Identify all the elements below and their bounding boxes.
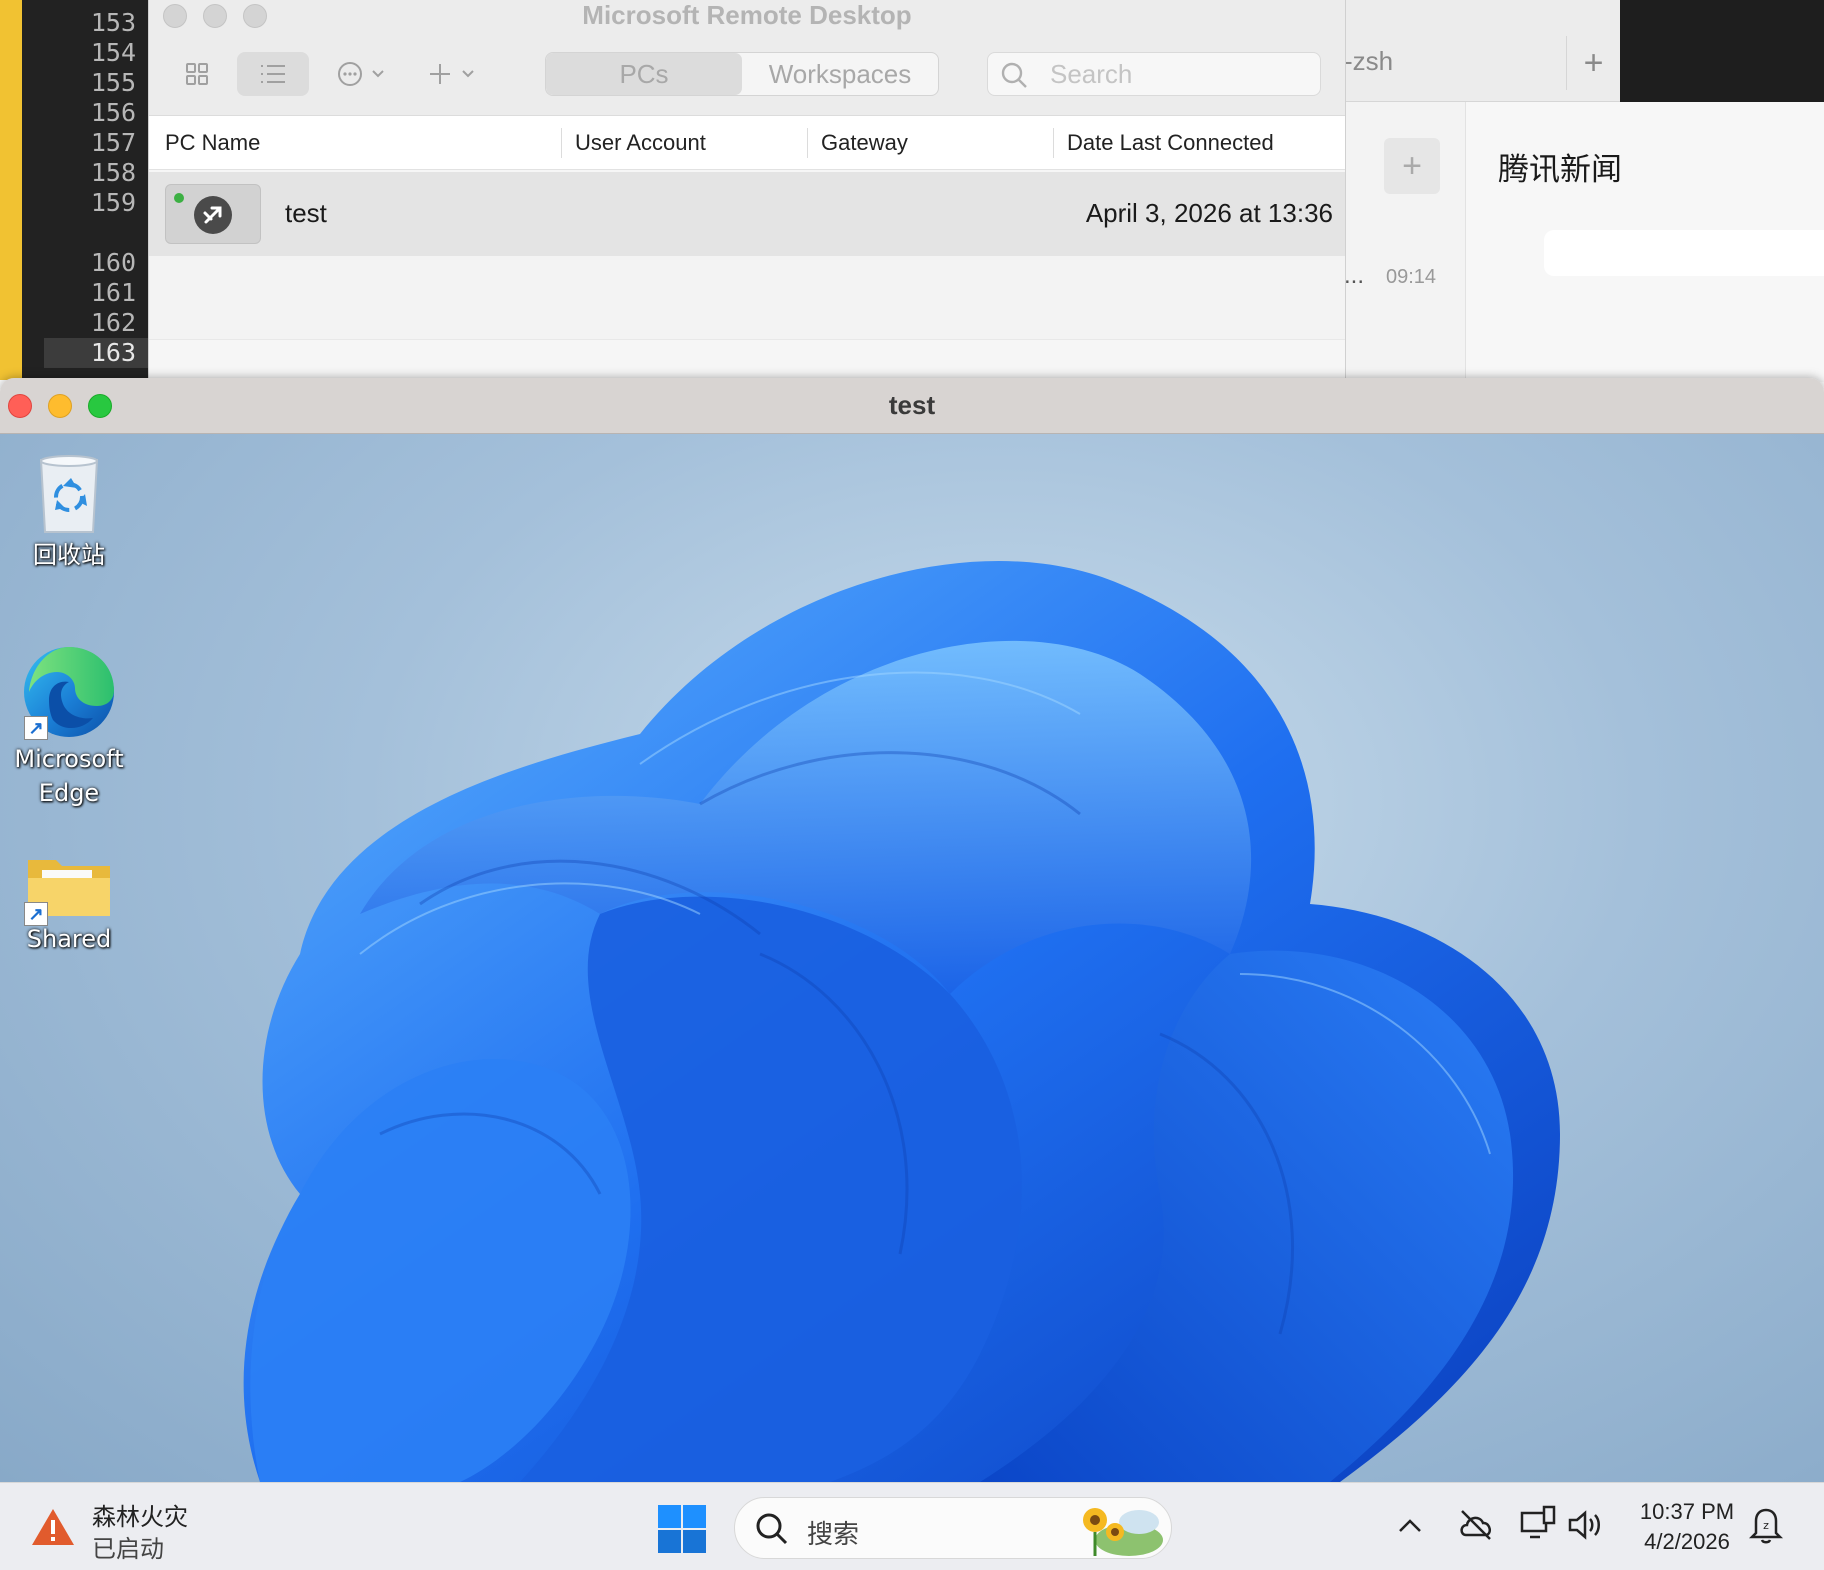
- clock-date: 4/2/2026: [1644, 1529, 1730, 1554]
- add-button[interactable]: [419, 52, 489, 96]
- online-status-dot: [174, 193, 184, 203]
- notification-subtitle: 已启动: [92, 1535, 164, 1563]
- pc-name: test: [285, 198, 327, 228]
- column-user-account[interactable]: User Account: [575, 130, 706, 156]
- desktop-icon-label: Microsoft: [14, 745, 124, 773]
- line-number: 154: [90, 38, 136, 67]
- desktop-icon-edge[interactable]: ↗ Microsoft Edge: [4, 642, 134, 810]
- chat-panel: + ... 09:14: [1330, 102, 1465, 382]
- column-divider: [561, 128, 562, 158]
- more-options-button[interactable]: [329, 52, 399, 96]
- notification-bell-icon[interactable]: z: [1748, 1505, 1784, 1545]
- taskbar-search-input[interactable]: 搜索: [734, 1497, 1172, 1559]
- tab-pcs[interactable]: PCs: [546, 53, 742, 95]
- ellipsis-circle-icon: [338, 62, 384, 86]
- column-divider: [1053, 128, 1054, 158]
- window-title: Microsoft Remote Desktop: [582, 0, 912, 30]
- line-number: 159: [90, 188, 136, 217]
- chevron-up-icon[interactable]: [1396, 1515, 1424, 1535]
- terminal-new-tab-button[interactable]: +: [1566, 36, 1620, 90]
- list-view-button[interactable]: [237, 52, 309, 96]
- windows-desktop: 回收站 ↗ Microsoft Edge ↗ Shared: [0, 434, 1824, 1482]
- remote-desktop-window: Microsoft Remote Desktop PCs Workspaces …: [148, 0, 1346, 380]
- line-number: 161: [90, 278, 136, 307]
- taskbar-search-placeholder: 搜索: [807, 1520, 860, 1550]
- list-icon: [261, 65, 285, 83]
- desktop-icon-label: Edge: [38, 779, 100, 807]
- news-panel: 腾讯新闻: [1465, 102, 1824, 382]
- volume-icon[interactable]: [1566, 1505, 1606, 1545]
- windows-start-icon[interactable]: [658, 1505, 706, 1553]
- terminal-window: -zsh +: [1330, 0, 1620, 102]
- session-title: test: [888, 390, 936, 420]
- svg-text:z: z: [1763, 1519, 1769, 1532]
- line-number: 155: [90, 68, 136, 97]
- network-monitor-icon[interactable]: [1518, 1505, 1558, 1545]
- code-editor-gutter: 153 154 155 156 157 158 159 160 161 162 …: [0, 0, 160, 380]
- desktop-icon-label: Shared: [26, 925, 112, 953]
- empty-row: [149, 256, 1345, 340]
- background-window: [1620, 0, 1824, 102]
- search-icon: [1001, 62, 1027, 88]
- table-row[interactable]: test April 3, 2026 at 13:36: [149, 172, 1345, 256]
- search-input[interactable]: Search: [987, 52, 1321, 96]
- plus-chevron-icon: [430, 64, 474, 84]
- search-icon: [756, 1513, 788, 1545]
- pc-date-last-connected: April 3, 2026 at 13:36: [1085, 198, 1333, 228]
- terminal-tab[interactable]: -zsh: [1344, 46, 1393, 77]
- pc-thumbnail: [165, 184, 261, 244]
- bloom-wallpaper: [243, 561, 1560, 1482]
- grid-icon: [186, 63, 208, 85]
- news-title[interactable]: 腾讯新闻: [1498, 144, 1622, 189]
- line-number: 153: [90, 8, 136, 37]
- line-number: 156: [90, 98, 136, 127]
- taskbar-clock[interactable]: 10:37 PM 4/2/2026: [1632, 1497, 1742, 1557]
- notification-title: 森林火灾: [92, 1503, 188, 1531]
- column-divider: [807, 128, 808, 158]
- line-number: 157: [90, 128, 136, 157]
- search-placeholder: Search: [1050, 59, 1133, 89]
- cloud-offline-icon[interactable]: [1456, 1505, 1496, 1545]
- windows-taskbar: 森林火灾 已启动 搜索 10:37 PM 4/2/2026 z: [0, 1482, 1824, 1570]
- line-number-current: 163: [44, 338, 160, 368]
- line-number: 160: [90, 248, 136, 277]
- column-gateway[interactable]: Gateway: [821, 130, 908, 156]
- chat-add-button[interactable]: +: [1384, 138, 1440, 194]
- shortcut-arrow-icon: ↗: [24, 716, 48, 740]
- warning-icon: [32, 1509, 74, 1545]
- desktop-icon-recycle-bin[interactable]: 回收站: [4, 452, 134, 572]
- chat-ellipsis: ...: [1344, 262, 1365, 289]
- sunflower-highlight-icon: [1083, 1508, 1163, 1556]
- remote-desktop-icon: [194, 196, 232, 234]
- rdp-session-window: test 回收站 ↗ Microsoft Edge ↗ Shared 森林火灾 …: [0, 378, 1824, 1570]
- view-segmented-control: PCs Workspaces: [545, 52, 939, 96]
- desktop-icon-shared[interactable]: ↗ Shared: [4, 852, 134, 956]
- news-card[interactable]: [1544, 230, 1824, 276]
- column-pc-name[interactable]: PC Name: [165, 130, 260, 156]
- grid-view-button[interactable]: [171, 52, 223, 96]
- recycle-bin-icon: [39, 455, 99, 533]
- clock-time: 10:37 PM: [1639, 1499, 1735, 1524]
- column-date-last-connected[interactable]: Date Last Connected: [1067, 130, 1274, 156]
- tab-workspaces[interactable]: Workspaces: [742, 53, 938, 95]
- desktop-icon-label: 回收站: [33, 541, 105, 569]
- line-number: 162: [90, 308, 136, 337]
- session-titlebar: test: [0, 378, 1824, 434]
- mrd-toolbar: Microsoft Remote Desktop PCs Workspaces …: [149, 0, 1345, 116]
- chat-timestamp: 09:14: [1386, 266, 1437, 288]
- shortcut-arrow-icon: ↗: [24, 902, 48, 926]
- line-number: 158: [90, 158, 136, 187]
- table-header: PC Name User Account Gateway Date Last C…: [149, 116, 1345, 170]
